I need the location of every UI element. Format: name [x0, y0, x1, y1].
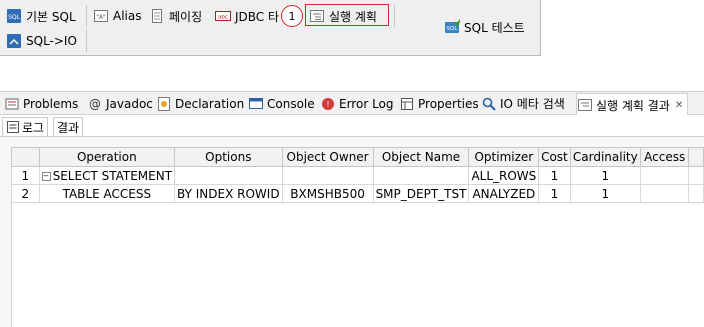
column-header-cost[interactable]: Cost: [538, 147, 571, 167]
properties-icon: [399, 96, 415, 112]
error-log-icon: !: [320, 96, 336, 112]
execution-plan-grid: Operation Options Object Owner Object Na…: [11, 147, 704, 203]
log-icon: [6, 120, 20, 134]
execution-plan-button[interactable]: 실행 계획: [309, 5, 377, 27]
column-header-operation[interactable]: Operation: [38, 147, 176, 167]
jdbc-type-label: JDBC 타: [235, 9, 280, 24]
tab-result[interactable]: 결과: [53, 117, 84, 136]
sql-to-io-button[interactable]: SQL->IO: [6, 30, 77, 52]
sql-io-icon: [6, 33, 22, 49]
column-header-row-number[interactable]: [11, 147, 40, 167]
problems-icon: [4, 96, 20, 112]
column-header-options[interactable]: Options: [174, 147, 283, 167]
operation-cell: − SELECT STATEMENT: [38, 166, 176, 185]
optimizer-cell: ALL_ROWS: [468, 166, 540, 185]
options-cell: [174, 166, 283, 185]
sql-doc-icon: SQL: [6, 8, 22, 24]
tab-properties[interactable]: Properties: [399, 94, 479, 113]
tab-javadoc[interactable]: @ Javadoc: [87, 94, 153, 113]
console-icon: [248, 96, 264, 112]
svg-text:SQL: SQL: [8, 14, 21, 21]
close-icon[interactable]: ✕: [675, 100, 683, 111]
execution-plan-icon: [309, 8, 325, 24]
object-owner-cell: BXMSHB500: [281, 184, 374, 203]
sql-test-button[interactable]: SQL SQL 테스트: [444, 16, 525, 38]
tab-declaration[interactable]: Declaration: [156, 94, 244, 113]
filler-cell: [688, 184, 704, 203]
paging-icon: [149, 8, 165, 24]
svg-text:!: !: [326, 100, 329, 109]
io-meta-search-icon: [481, 96, 497, 112]
object-name-cell: SMP_DEPT_TST: [372, 184, 470, 203]
jdbc-type-button[interactable]: abc JDBC 타: [215, 5, 279, 27]
execution-plan-label: 실행 계획: [329, 9, 377, 24]
column-header-object-owner[interactable]: Object Owner: [281, 147, 374, 167]
options-cell: BY INDEX ROWID: [174, 184, 283, 203]
toolbar-divider: [394, 5, 395, 27]
tab-error-log[interactable]: ! Error Log: [320, 94, 394, 113]
sql-test-icon: SQL: [444, 19, 460, 35]
jdbc-icon: abc: [215, 8, 231, 24]
alias-label: Alias: [113, 9, 142, 23]
toolbar-divider: [86, 30, 87, 52]
svg-text:abc: abc: [218, 15, 228, 21]
declaration-icon: [156, 96, 172, 112]
grid-header-row: Operation Options Object Owner Object Na…: [11, 147, 704, 167]
alias-button[interactable]: "A" Alias: [93, 5, 141, 27]
object-owner-cell: [281, 166, 374, 185]
table-row[interactable]: 2 TABLE ACCESS BY INDEX ROWID BXMSHB500 …: [11, 184, 704, 203]
cardinality-cell: 1: [569, 166, 642, 185]
column-header-access[interactable]: Access: [640, 147, 690, 167]
sql-test-label: SQL 테스트: [464, 20, 525, 35]
column-header-cardinality[interactable]: Cardinality: [569, 147, 642, 167]
view-tab-bar: Problems @ Javadoc Declaration Console !…: [0, 91, 704, 116]
tree-collapse-icon[interactable]: −: [41, 171, 51, 181]
result-sub-tabs: 로그 결과: [0, 115, 704, 137]
basic-sql-label: 기본 SQL: [26, 9, 76, 24]
alias-icon: "A": [93, 8, 109, 24]
row-number: 1: [11, 166, 40, 185]
access-cell: [640, 166, 690, 185]
svg-text:SQL: SQL: [447, 26, 459, 32]
cost-cell: 1: [538, 184, 571, 203]
svg-text:"A": "A": [96, 14, 106, 21]
cardinality-cell: 1: [569, 184, 642, 203]
sql-to-io-label: SQL->IO: [26, 34, 77, 48]
access-cell: [640, 184, 690, 203]
basic-sql-button[interactable]: SQL 기본 SQL: [6, 5, 76, 27]
row-number: 2: [11, 184, 40, 203]
tab-io-meta-search[interactable]: IO 메타 검색: [481, 94, 565, 113]
result-panel: Operation Options Object Owner Object Na…: [0, 137, 704, 327]
optimizer-cell: ANALYZED: [468, 184, 540, 203]
tab-problems[interactable]: Problems: [4, 94, 78, 113]
paging-button[interactable]: 페이징: [149, 5, 202, 27]
paging-label: 페이징: [169, 9, 203, 24]
sql-toolbar: SQL 기본 SQL "A" Alias 페이징 abc JDBC 타 1 실행…: [0, 0, 541, 56]
plan-result-icon: [577, 97, 593, 113]
javadoc-icon: @: [89, 96, 101, 111]
table-row[interactable]: 1 − SELECT STATEMENT ALL_ROWS 1 1: [11, 166, 704, 185]
callout-badge: 1: [281, 5, 303, 27]
operation-cell: TABLE ACCESS: [38, 184, 176, 203]
object-name-cell: [372, 166, 470, 185]
column-header-filler: [688, 147, 704, 167]
column-header-object-name[interactable]: Object Name: [372, 147, 470, 167]
tab-log[interactable]: 로그: [2, 117, 49, 136]
filler-cell: [688, 166, 704, 185]
toolbar-divider: [86, 5, 87, 27]
cost-cell: 1: [538, 166, 571, 185]
tab-console[interactable]: Console: [248, 94, 315, 113]
tab-execution-plan-result[interactable]: 실행 계획 결과 ✕: [576, 93, 689, 116]
column-header-optimizer[interactable]: Optimizer: [468, 147, 540, 167]
